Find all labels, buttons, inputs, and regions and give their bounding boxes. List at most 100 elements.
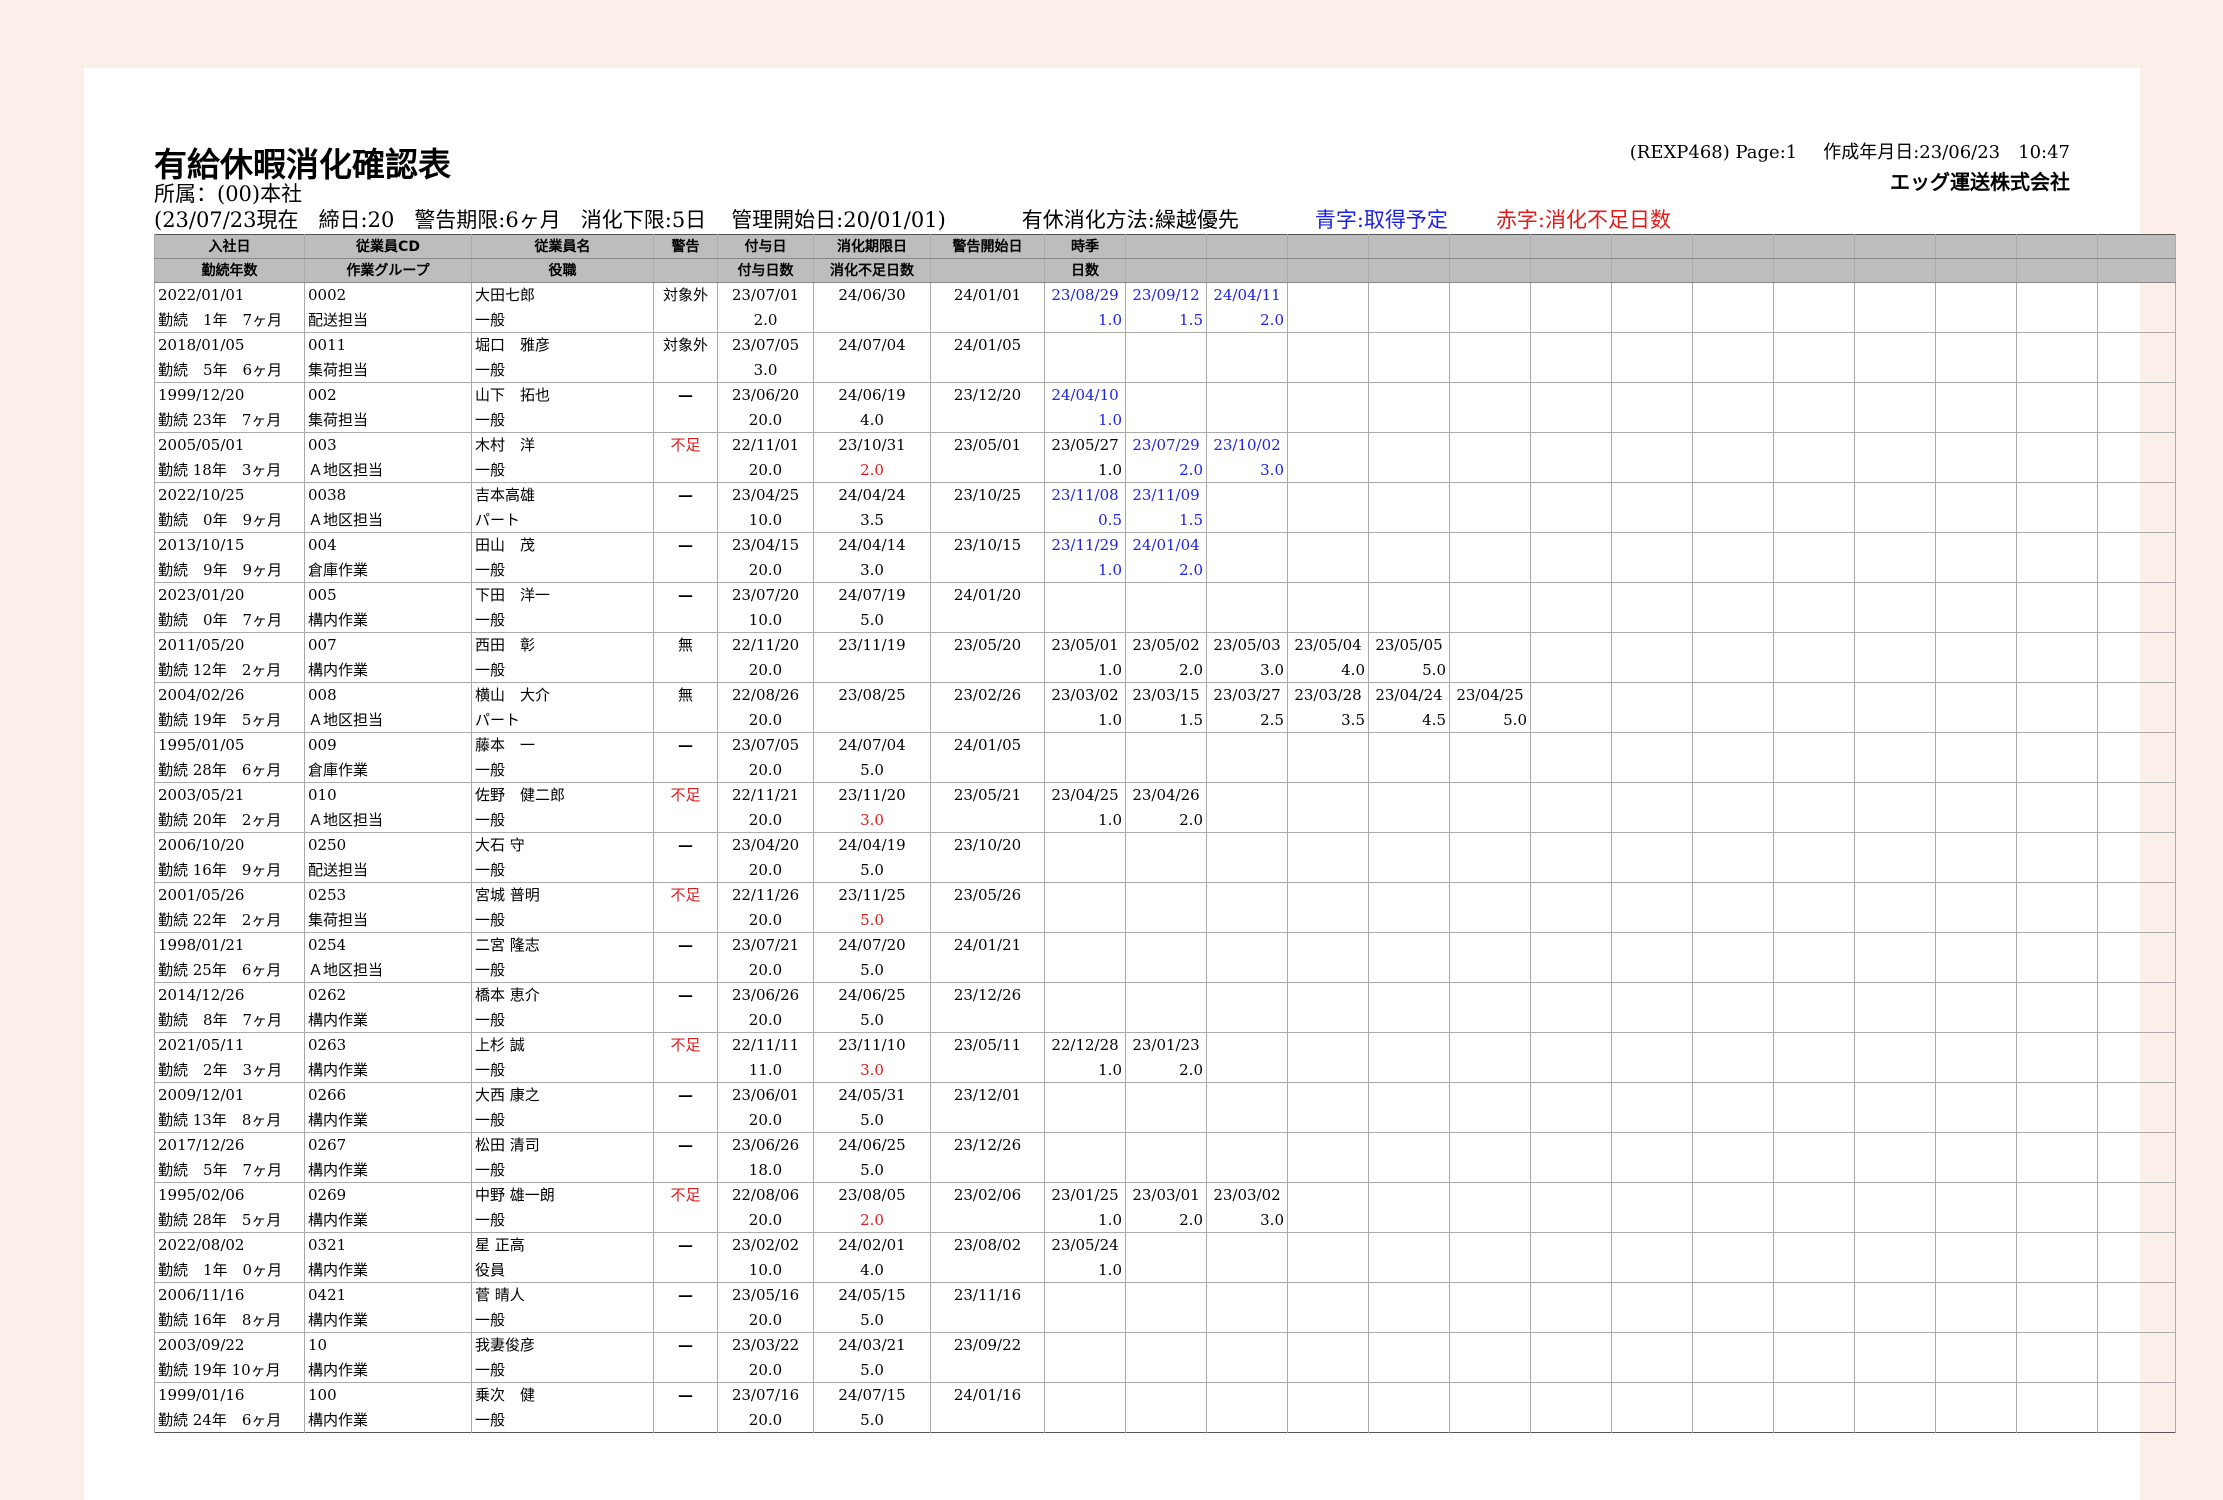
table-row: 2004/02/26 008 横山 大介無 22/08/26 23/08/25 23/02… xyxy=(154,682,2176,708)
grant-days: 20.0 xyxy=(717,657,814,683)
season-days xyxy=(1692,857,1774,883)
work-group: 構内作業 xyxy=(304,1307,472,1333)
season-days xyxy=(1611,557,1693,583)
season-date xyxy=(1854,332,1936,358)
tenure: 勤続 22年 2ヶ月 xyxy=(154,907,305,933)
employee-name: 大石 守 xyxy=(471,832,654,858)
season-days xyxy=(1206,907,1288,933)
grant-days: 3.0 xyxy=(717,357,814,383)
season-days xyxy=(1854,907,1936,933)
season-days xyxy=(1287,1357,1369,1383)
table-row: 1999/01/16 100 乗次 健 —23/07/16 24/07/15 24/01/… xyxy=(154,1382,2176,1408)
season-date xyxy=(1530,1082,1612,1108)
warning-start-blank xyxy=(930,1207,1045,1233)
season-date xyxy=(1530,832,1612,858)
header-cell-empty xyxy=(1125,258,1207,283)
season-days xyxy=(1368,957,1450,983)
season-date xyxy=(1044,1382,1126,1408)
season-days xyxy=(1449,957,1531,983)
grant-date: 23/07/16 xyxy=(717,1382,814,1408)
work-group: 集荷担当 xyxy=(304,357,472,383)
season-days xyxy=(1287,907,1369,933)
season-days xyxy=(2016,1307,2098,1333)
season-date xyxy=(1125,1282,1207,1308)
season-days xyxy=(1449,557,1531,583)
min-days: 消化下限:5日 xyxy=(580,208,707,232)
season-days xyxy=(1206,507,1288,533)
warning-start-blank xyxy=(930,1307,1045,1333)
season-days xyxy=(1287,457,1369,483)
header-cell: 付与日数 xyxy=(717,258,814,283)
season-days xyxy=(1854,1207,1936,1233)
season-days xyxy=(1773,1407,1855,1433)
season-days xyxy=(1935,507,2017,533)
season-days xyxy=(1773,1057,1855,1083)
season-date xyxy=(1935,382,2017,408)
company-name: エッグ運送株式会社 xyxy=(1890,170,2070,194)
season-date xyxy=(2097,732,2176,758)
hire-date: 2006/10/20 xyxy=(154,832,305,858)
warning-start-blank xyxy=(930,407,1045,433)
table-row-sub: 勤続 0年 9ヶ月 Ａ地区担当 パート 10.0 3.5 0.5 1.5 xyxy=(154,507,2176,533)
warning-start-date: 23/05/20 xyxy=(930,632,1045,658)
season-date xyxy=(1935,732,2017,758)
season-days: 1.0 xyxy=(1044,707,1126,733)
season-date xyxy=(1044,332,1126,358)
header-cell-empty xyxy=(1935,258,2017,283)
season-days xyxy=(1368,357,1450,383)
employee-cd: 0266 xyxy=(304,1082,472,1108)
work-group: Ａ地区担当 xyxy=(304,957,472,983)
season-date xyxy=(1773,532,1855,558)
season-days xyxy=(1773,407,1855,433)
warning-start-date: 23/11/16 xyxy=(930,1282,1045,1308)
season-days xyxy=(1692,807,1774,833)
season-date xyxy=(1935,1282,2017,1308)
warning-start-date: 23/05/26 xyxy=(930,882,1045,908)
season-days xyxy=(1935,607,2017,633)
season-days xyxy=(2097,657,2176,683)
season-date xyxy=(1287,732,1369,758)
job-title: 一般 xyxy=(471,757,654,783)
season-date xyxy=(1935,882,2017,908)
season-date xyxy=(2016,1032,2098,1058)
season-date xyxy=(1125,382,1207,408)
season-date xyxy=(1368,532,1450,558)
expiry-date: 24/06/25 xyxy=(813,982,931,1008)
season-date xyxy=(2097,682,2176,708)
season-date: 23/03/28 xyxy=(1287,682,1369,708)
report-meta: (REXP468) Page:1 作成年月日:23/06/23 10:47 xyxy=(1630,138,2070,164)
tenure: 勤続 12年 2ヶ月 xyxy=(154,657,305,683)
table-row: 2009/12/01 0266 大西 康之 —23/06/01 24/05/31 23/1… xyxy=(154,1082,2176,1108)
season-date xyxy=(1854,732,1936,758)
employee-cd: 008 xyxy=(304,682,472,708)
tenure: 勤続 5年 6ヶ月 xyxy=(154,357,305,383)
warning-start-blank xyxy=(930,507,1045,533)
season-date: 23/03/01 xyxy=(1125,1182,1207,1208)
season-days xyxy=(1773,1207,1855,1233)
season-days: 1.5 xyxy=(1125,507,1207,533)
season-days xyxy=(1935,1407,2017,1433)
season-days xyxy=(1368,1157,1450,1183)
work-group: 構内作業 xyxy=(304,1357,472,1383)
season-date xyxy=(1854,832,1936,858)
season-date xyxy=(1530,782,1612,808)
season-date xyxy=(1854,282,1936,308)
warning-status: — xyxy=(653,1232,718,1258)
season-days: 2.5 xyxy=(1206,707,1288,733)
season-date xyxy=(1854,1232,1936,1258)
expiry-date: 24/07/15 xyxy=(813,1382,931,1408)
employee-cd: 0262 xyxy=(304,982,472,1008)
season-days xyxy=(1773,857,1855,883)
shortage-days: 4.0 xyxy=(813,407,931,433)
season-days xyxy=(1854,657,1936,683)
employee-cd: 0321 xyxy=(304,1232,472,1258)
season-days xyxy=(1287,357,1369,383)
warning-blank xyxy=(653,1107,718,1133)
header-cell-empty xyxy=(1206,258,1288,283)
season-date xyxy=(1368,1282,1450,1308)
season-date xyxy=(1449,982,1531,1008)
season-days xyxy=(1530,607,1612,633)
job-title: 一般 xyxy=(471,307,654,333)
header-cell: 消化不足日数 xyxy=(813,258,931,283)
season-date xyxy=(2097,1182,2176,1208)
